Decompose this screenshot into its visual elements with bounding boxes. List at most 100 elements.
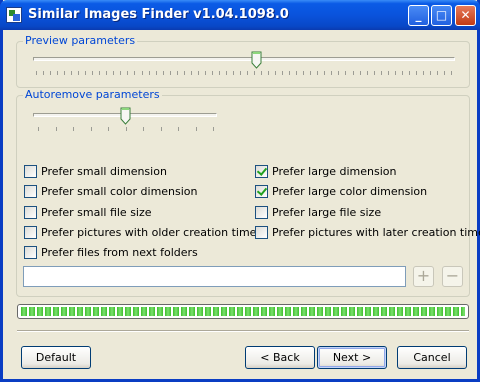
- slider-tick: [402, 71, 403, 75]
- slider-tick: [163, 71, 164, 75]
- minimize-icon: _: [415, 8, 422, 22]
- slider-tick: [296, 71, 297, 75]
- autoremove-parameters-legend: Autoremove parameters: [23, 88, 162, 101]
- slider-tick: [324, 71, 325, 75]
- option-prefer-later-creation-time[interactable]: Prefer pictures with later creation time: [255, 224, 480, 240]
- autoremove-slider-thumb[interactable]: [120, 107, 131, 125]
- maximize-icon: □: [435, 8, 448, 22]
- slider-tick: [289, 71, 290, 75]
- slider-tick: [106, 71, 107, 75]
- checkbox[interactable]: [24, 245, 37, 259]
- slider-tick: [261, 71, 262, 75]
- slider-tick: [91, 127, 92, 131]
- default-button[interactable]: Default: [21, 346, 91, 369]
- option-prefer-older-creation-time[interactable]: Prefer pictures with older creation time: [24, 224, 256, 240]
- slider-tick: [444, 71, 445, 75]
- app-window: Similar Images Finder v1.04.1098.0 _ □ ✕…: [0, 0, 480, 382]
- preview-slider-thumb[interactable]: [251, 51, 262, 69]
- option-prefer-files-from-next-folders[interactable]: Prefer files from next folders: [24, 244, 198, 260]
- slider-tick: [161, 127, 162, 131]
- add-folder-button[interactable]: +: [413, 266, 434, 287]
- slider-tick: [395, 71, 396, 75]
- slider-tick: [282, 71, 283, 75]
- slider-tick: [196, 127, 197, 131]
- slider-tick: [275, 71, 276, 75]
- slider-tick: [430, 71, 431, 75]
- slider-tick: [85, 71, 86, 75]
- slider-tick: [331, 71, 332, 75]
- checkbox[interactable]: [24, 205, 37, 219]
- slider-tick: [64, 71, 65, 75]
- slider-tick: [149, 71, 150, 75]
- folder-input[interactable]: [23, 266, 406, 287]
- option-label: Prefer small file size: [41, 205, 152, 219]
- slider-tick: [317, 71, 318, 75]
- back-button[interactable]: < Back: [245, 346, 315, 369]
- cancel-button[interactable]: Cancel: [397, 346, 467, 369]
- checkbox[interactable]: [255, 184, 268, 198]
- slider-tick: [78, 71, 79, 75]
- slider-tick: [170, 71, 171, 75]
- slider-tick: [184, 71, 185, 75]
- preview-slider-track[interactable]: [33, 57, 455, 61]
- option-prefer-small-file-size[interactable]: Prefer small file size: [24, 204, 152, 220]
- option-prefer-large-file-size[interactable]: Prefer large file size: [255, 204, 381, 220]
- progress-bar: [17, 304, 469, 319]
- slider-tick: [353, 71, 354, 75]
- slider-tick: [374, 71, 375, 75]
- remove-folder-button[interactable]: −: [442, 266, 463, 287]
- slider-tick: [50, 71, 51, 75]
- slider-tick: [57, 71, 58, 75]
- slider-tick: [226, 71, 227, 75]
- checkbox[interactable]: [255, 205, 268, 219]
- slider-tick: [71, 71, 72, 75]
- slider-tick: [310, 71, 311, 75]
- option-prefer-large-dimension[interactable]: Prefer large dimension: [255, 163, 397, 179]
- slider-tick: [303, 71, 304, 75]
- preview-parameters-group: [16, 41, 470, 88]
- title-bar[interactable]: Similar Images Finder v1.04.1098.0 _ □ ✕: [0, 0, 480, 30]
- slider-tick: [213, 127, 214, 131]
- option-prefer-small-color-dimension[interactable]: Prefer small color dimension: [24, 183, 198, 199]
- slider-tick: [56, 127, 57, 131]
- checkbox[interactable]: [255, 225, 268, 239]
- slider-tick: [36, 71, 37, 75]
- option-label: Prefer small dimension: [41, 164, 167, 178]
- autoremove-slider-ticks: [38, 127, 214, 131]
- slider-tick: [451, 71, 452, 75]
- checkbox[interactable]: [255, 164, 268, 178]
- slider-tick: [143, 127, 144, 131]
- slider-tick: [388, 71, 389, 75]
- slider-tick: [240, 71, 241, 75]
- slider-tick: [92, 71, 93, 75]
- slider-tick: [254, 71, 255, 75]
- close-icon: ✕: [460, 8, 471, 22]
- slider-tick: [409, 71, 410, 75]
- maximize-button[interactable]: □: [431, 5, 452, 26]
- slider-tick: [367, 71, 368, 75]
- slider-tick: [142, 71, 143, 75]
- slider-tick: [360, 71, 361, 75]
- close-button[interactable]: ✕: [455, 5, 476, 26]
- slider-tick: [73, 127, 74, 131]
- checkbox[interactable]: [24, 164, 37, 178]
- slider-tick: [345, 71, 346, 75]
- slider-tick: [177, 71, 178, 75]
- option-prefer-small-dimension[interactable]: Prefer small dimension: [24, 163, 167, 179]
- next-button[interactable]: Next >: [317, 346, 387, 369]
- slider-tick: [268, 71, 269, 75]
- option-label: Prefer large dimension: [272, 164, 397, 178]
- slider-tick: [381, 71, 382, 75]
- checkbox[interactable]: [24, 184, 37, 198]
- app-icon: [6, 7, 22, 23]
- progress-fill: [21, 307, 465, 316]
- plus-icon: +: [416, 266, 431, 285]
- slider-tick: [120, 71, 121, 75]
- option-label: Prefer pictures with older creation time: [41, 225, 257, 239]
- minimize-button[interactable]: _: [408, 5, 429, 26]
- checkbox[interactable]: [24, 225, 37, 239]
- slider-tick: [338, 71, 339, 75]
- slider-tick: [38, 127, 39, 131]
- slider-tick: [156, 71, 157, 75]
- option-prefer-large-color-dimension[interactable]: Prefer large color dimension: [255, 183, 427, 199]
